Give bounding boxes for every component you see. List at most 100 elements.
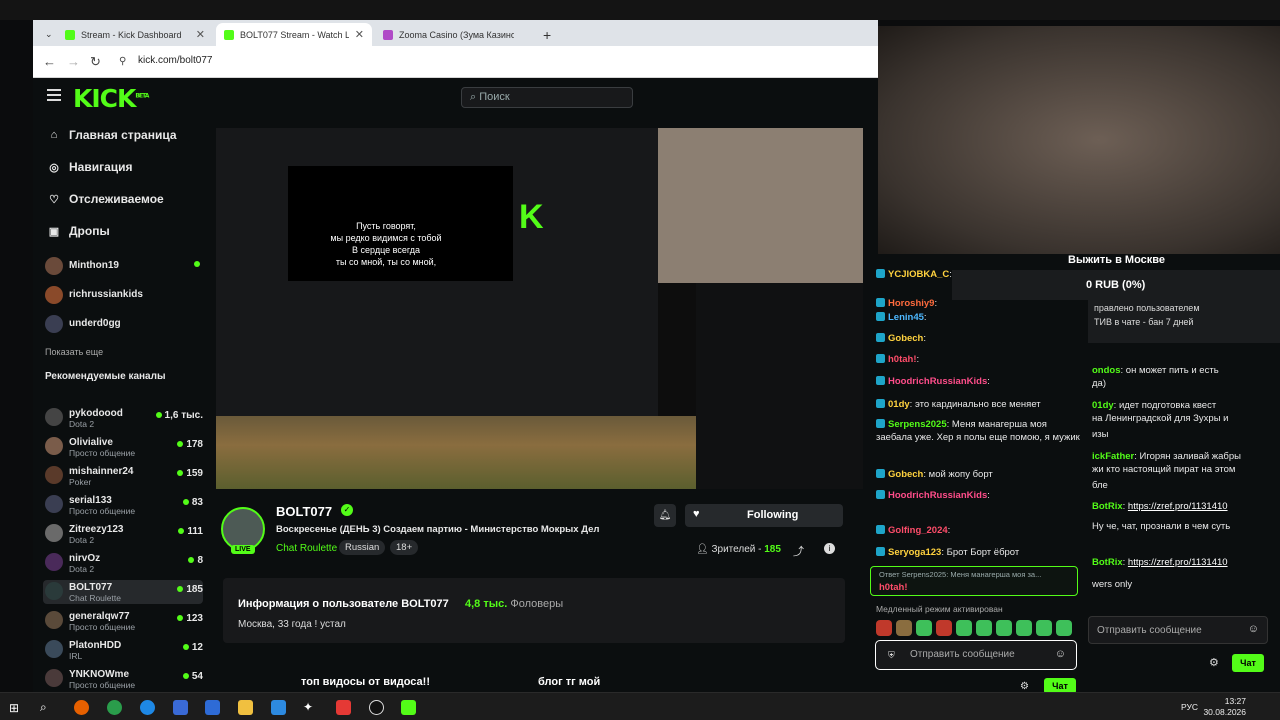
chat-settings-icon[interactable]: ⚙	[1020, 681, 1029, 692]
chat-message[interactable]: Golfing_2024:	[876, 524, 1081, 537]
chat-message[interactable]: HoodrichRussianKids:	[876, 375, 1081, 388]
forward-icon[interactable]: →	[67, 54, 80, 69]
chat-message[interactable]: HoodrichRussianKids:	[876, 489, 1081, 502]
following-item[interactable]: richrussiankids	[43, 284, 203, 308]
mail-icon[interactable]	[271, 700, 286, 715]
recommended-channel[interactable]: generalqw77 Просто общение 123	[43, 609, 203, 633]
emote-icon[interactable]	[956, 620, 972, 636]
edge-icon[interactable]	[140, 700, 155, 715]
obs-icon[interactable]	[369, 700, 384, 715]
chat-username[interactable]: Golfing_2024	[888, 525, 948, 536]
overlay-settings-icon[interactable]: ⚙	[1209, 656, 1219, 669]
emoji-icon[interactable]: ☺	[1248, 623, 1259, 635]
video-player[interactable]: Пусть говорят, мы редко видимся с тобой …	[216, 128, 863, 489]
notifications-button[interactable]: 🔔︎	[654, 504, 676, 527]
emote-icon[interactable]	[1016, 620, 1032, 636]
chat-username[interactable]: 01dy	[1092, 400, 1114, 411]
chat-username[interactable]: Horoshiy9	[888, 298, 934, 309]
emote-icon[interactable]	[1036, 620, 1052, 636]
overlay-message[interactable]: wers only	[1092, 578, 1278, 591]
tag-pill[interactable]: 18+	[390, 540, 419, 555]
close-tab-icon[interactable]: ✕	[355, 28, 364, 41]
chat-username[interactable]: Lenin45	[888, 312, 924, 323]
recommended-channel[interactable]: Olivialive Просто общение 178	[43, 435, 203, 459]
chat-username[interactable]: Seryoga123	[888, 547, 941, 558]
category-link[interactable]: Chat Roulette	[276, 543, 337, 554]
sidebar-nav-following[interactable]: ♡ Отслеживаемое	[48, 192, 164, 206]
chrome-icon[interactable]	[107, 700, 122, 715]
chat-username[interactable]: BotRix	[1092, 501, 1123, 512]
chat-username[interactable]: Gobech	[888, 469, 923, 480]
chat-username[interactable]: h0tah!	[888, 354, 917, 365]
overlay-message[interactable]: ondos: он может пить и есть да)	[1092, 364, 1278, 390]
language-indicator[interactable]: РУС	[1181, 702, 1198, 712]
recommended-channel[interactable]: mishainner24 Poker 159	[43, 464, 203, 488]
store-icon[interactable]	[205, 700, 220, 715]
tab-list-chevron-icon[interactable]: ⌄	[37, 23, 53, 46]
overlay-message[interactable]: ickFather: Игорян заливай жабры жи кто на…	[1092, 450, 1278, 476]
search-input[interactable]: ⌕ Поиск	[461, 87, 633, 108]
chat-username[interactable]: HoodrichRussianKids	[888, 490, 987, 501]
recommended-channel[interactable]: YNKNOWme Просто общение 54	[43, 667, 203, 691]
tag-pill[interactable]: Russian	[339, 540, 386, 555]
overlay-message[interactable]: Ну че, чат, прознали в чем суть	[1092, 520, 1278, 533]
folder-icon[interactable]	[238, 700, 253, 715]
overlay-message[interactable]: BotRix: https://zref.pro/1131410	[1092, 556, 1278, 569]
emote-icon[interactable]	[1056, 620, 1072, 636]
kick-app-icon[interactable]	[401, 700, 416, 715]
overlay-message[interactable]: изы	[1092, 428, 1278, 441]
recommended-channel[interactable]: BOLT077 Chat Roulette 185	[43, 580, 203, 604]
chat-message[interactable]: Gobech:	[876, 332, 1081, 345]
new-tab-icon[interactable]: +	[535, 23, 555, 46]
chat-username[interactable]: HoodrichRussianKids	[888, 376, 987, 387]
more-info-icon[interactable]: i	[824, 543, 835, 554]
share-icon[interactable]: ⤴	[793, 543, 804, 559]
recommended-channel[interactable]: PlatonHDD IRL 12	[43, 638, 203, 662]
search-icon[interactable]: ⌕	[40, 700, 55, 715]
chat-message[interactable]: Lenin45:	[876, 311, 1081, 324]
url-field[interactable]: kick.com/bolt077	[138, 55, 212, 66]
overlay-message[interactable]: 01dy: идет подготовка квест на Ленинградс…	[1092, 399, 1278, 425]
chat-username[interactable]: 01dy	[888, 399, 910, 410]
chat-message[interactable]: Seryoga123: Брот Борт ёброт	[876, 546, 1081, 559]
chat-message[interactable]: h0tah!:	[876, 353, 1081, 366]
back-icon[interactable]: ←	[43, 54, 56, 69]
yandex-icon[interactable]	[336, 700, 351, 715]
emote-icon[interactable]	[876, 620, 892, 636]
firefox-icon[interactable]	[74, 700, 89, 715]
clock[interactable]: 13:27 30.08.2026	[1203, 696, 1246, 718]
chat-input[interactable]: ⛨ Отправить сообщение ☺	[875, 640, 1077, 670]
chat-message[interactable]: Gobech: мой жопу борт	[876, 468, 1081, 481]
chat-username[interactable]: ickFather	[1092, 451, 1134, 462]
recommended-channel[interactable]: nirvOz Dota 2 8	[43, 551, 203, 575]
emote-icon[interactable]	[996, 620, 1012, 636]
overlay-chat-input[interactable]: Отправить сообщение ☺	[1088, 616, 1268, 644]
overlay-message[interactable]: бле	[1092, 479, 1278, 492]
emote-icon[interactable]	[896, 620, 912, 636]
overlay-message[interactable]: BotRix: https://zref.pro/1131410	[1092, 500, 1278, 513]
kick-logo[interactable]: KICKBETA	[73, 84, 149, 113]
show-more-link[interactable]: Показать еще	[45, 347, 103, 357]
windows-start-icon[interactable]: ⊞	[9, 701, 19, 715]
save-icon[interactable]	[173, 700, 188, 715]
following-item[interactable]: Minthon19	[43, 255, 203, 279]
site-info-icon[interactable]: ⚲	[119, 56, 126, 67]
recommended-channel[interactable]: serial133 Просто общение 83	[43, 493, 203, 517]
chat-link[interactable]: https://zref.pro/1131410	[1128, 501, 1228, 512]
sidebar-nav-drops[interactable]: ▣ Дропы	[48, 224, 110, 238]
chat-username[interactable]: BotRix	[1092, 557, 1123, 568]
recommended-channel[interactable]: Zitreezy123 Dota 2 111	[43, 522, 203, 546]
chat-link[interactable]: https://zref.pro/1131410	[1128, 557, 1228, 568]
emote-icon[interactable]	[936, 620, 952, 636]
close-tab-icon[interactable]: ✕	[196, 28, 205, 41]
chat-message[interactable]: Serpens2025: Меня манагерша моя заебала …	[876, 418, 1081, 444]
recommended-channel[interactable]: pykodoood Dota 2 1,6 тыс.	[43, 406, 203, 430]
chat-username[interactable]: Gobech	[888, 333, 923, 344]
follow-button[interactable]: ♥ Following	[685, 504, 843, 527]
chat-username[interactable]: Serpens2025	[888, 419, 947, 430]
emote-icon[interactable]	[916, 620, 932, 636]
tab-zooma-casino[interactable]: Zooma Casino (Зума Казино) –	[375, 23, 531, 46]
sidebar-nav-browse[interactable]: ◎ Навигация	[48, 160, 132, 174]
overlay-send-button[interactable]: Чат	[1232, 654, 1264, 672]
menu-icon[interactable]	[47, 89, 61, 104]
